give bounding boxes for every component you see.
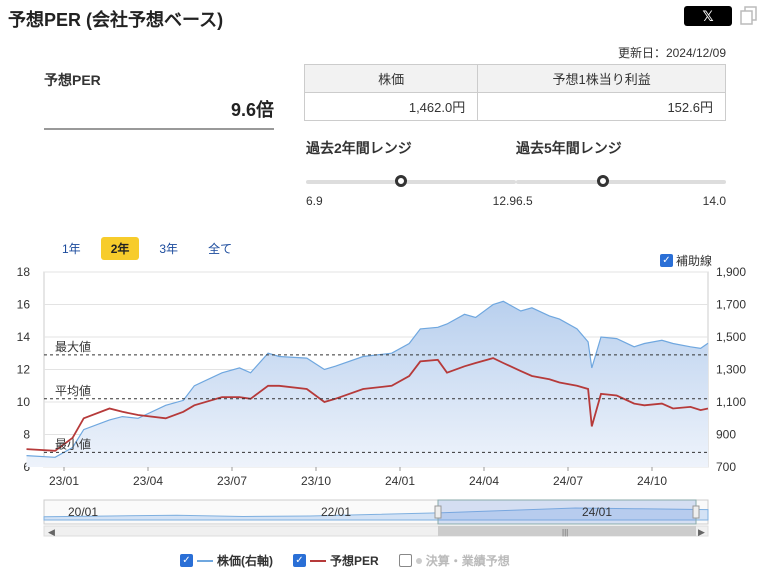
- legend-per-checkbox[interactable]: ✓: [293, 554, 306, 567]
- x-label: 24/01: [385, 474, 415, 488]
- y-left-tick: 12: [17, 363, 31, 377]
- price-header: 株価: [303, 64, 479, 93]
- legend-earnings-label: 決算・業績予想: [425, 554, 510, 568]
- y-left-tick: 14: [17, 330, 31, 344]
- reference-label: 平均値: [55, 383, 91, 398]
- range-2y: 過去2年間レンジ 6.9 12.9: [306, 138, 516, 208]
- updated-date: 更新日：2024/12/09: [617, 46, 726, 60]
- y-right-tick: 1,300: [716, 363, 746, 377]
- range-5y-marker: [596, 175, 609, 187]
- navigator-label: 20/01: [68, 505, 98, 519]
- y-right-tick: 1,700: [716, 298, 746, 312]
- eps-header: 予想1株当り利益: [477, 64, 726, 93]
- navigator-selection: [437, 499, 697, 525]
- range-5y: 過去5年間レンジ 6.5 14.0: [516, 138, 726, 208]
- page-title: 予想PER (会社予想ベース): [8, 10, 224, 30]
- range-2y-label: 過去2年間レンジ: [306, 140, 412, 156]
- reference-label: 最大値: [55, 339, 91, 354]
- legend: ✓ 株価(右軸) ✓ 予想PER 決算・業績予想: [180, 552, 510, 569]
- y-left-tick: 8: [23, 428, 30, 442]
- navigator-handle-left: [434, 505, 442, 519]
- scroll-left-icon: ◀: [48, 527, 55, 537]
- legend-earnings-dot: [415, 557, 422, 564]
- y-right-tick: 1,500: [716, 330, 746, 344]
- legend-per-label: 予想PER: [330, 554, 379, 568]
- copy-icon[interactable]: [740, 6, 758, 26]
- reference-label: 最小値: [55, 436, 91, 451]
- tab-1y[interactable]: 1年: [52, 237, 91, 260]
- x-label: 24/07: [553, 474, 583, 488]
- range-2y-min: 6.9: [306, 194, 323, 208]
- navigator-label: 22/01: [321, 505, 351, 519]
- range-2y-track: [306, 180, 516, 184]
- eps-value: 152.6円: [477, 92, 726, 121]
- navigator-handle-right: [692, 505, 700, 519]
- x-label: 24/10: [637, 474, 667, 488]
- legend-earnings-checkbox[interactable]: [398, 554, 412, 567]
- range-2y-marker: [394, 175, 407, 187]
- legend-price-swatch: [197, 559, 213, 562]
- navigator-label: 24/01: [582, 505, 612, 519]
- legend-price-label: 株価(右軸): [217, 554, 273, 568]
- scroll-right-icon: ▶: [698, 527, 705, 537]
- tab-2y[interactable]: 2年: [100, 237, 140, 260]
- range-2y-max: 12.9: [492, 194, 516, 208]
- y-right-tick: 900: [716, 428, 736, 442]
- x-label: 23/07: [217, 474, 247, 488]
- y-left-tick: 10: [17, 395, 31, 409]
- legend-price-checkbox[interactable]: ✓: [180, 554, 193, 567]
- legend-earnings[interactable]: 決算・業績予想: [398, 552, 510, 569]
- share-x-button[interactable]: 𝕏: [684, 6, 732, 26]
- legend-per-swatch: [310, 559, 326, 562]
- y-right-tick: 1,100: [716, 395, 746, 409]
- y-left-tick: 16: [17, 298, 31, 312]
- range-5y-track: [516, 180, 726, 184]
- per-label: 予想PER: [44, 72, 101, 88]
- legend-per[interactable]: ✓ 予想PER: [293, 552, 379, 569]
- scroll-grip-icon: |||: [562, 528, 568, 537]
- price-value: 1,462.0円: [303, 92, 479, 121]
- range-5y-max: 14.0: [702, 194, 726, 208]
- tab-3y[interactable]: 3年: [149, 237, 188, 260]
- range-5y-min: 6.5: [516, 194, 533, 208]
- legend-price[interactable]: ✓ 株価(右軸): [180, 552, 273, 569]
- range-5y-label: 過去5年間レンジ: [516, 140, 622, 156]
- x-label: 23/01: [49, 474, 79, 488]
- y-left-tick: 18: [17, 265, 31, 279]
- per-value: 9.6倍: [44, 96, 274, 130]
- per-chart[interactable]: 6810121416187009001,1001,3001,5001,7001,…: [0, 262, 766, 542]
- x-label: 23/10: [301, 474, 331, 488]
- period-tabs: 1年 2年 3年 全て: [52, 237, 242, 260]
- y-right-tick: 1,900: [716, 265, 746, 279]
- x-label: 23/04: [133, 474, 163, 488]
- price-table: 株価 予想1株当り利益 1,462.0円 152.6円: [303, 64, 726, 121]
- tab-all[interactable]: 全て: [198, 237, 242, 260]
- x-label: 24/04: [469, 474, 499, 488]
- y-right-tick: 700: [716, 460, 736, 474]
